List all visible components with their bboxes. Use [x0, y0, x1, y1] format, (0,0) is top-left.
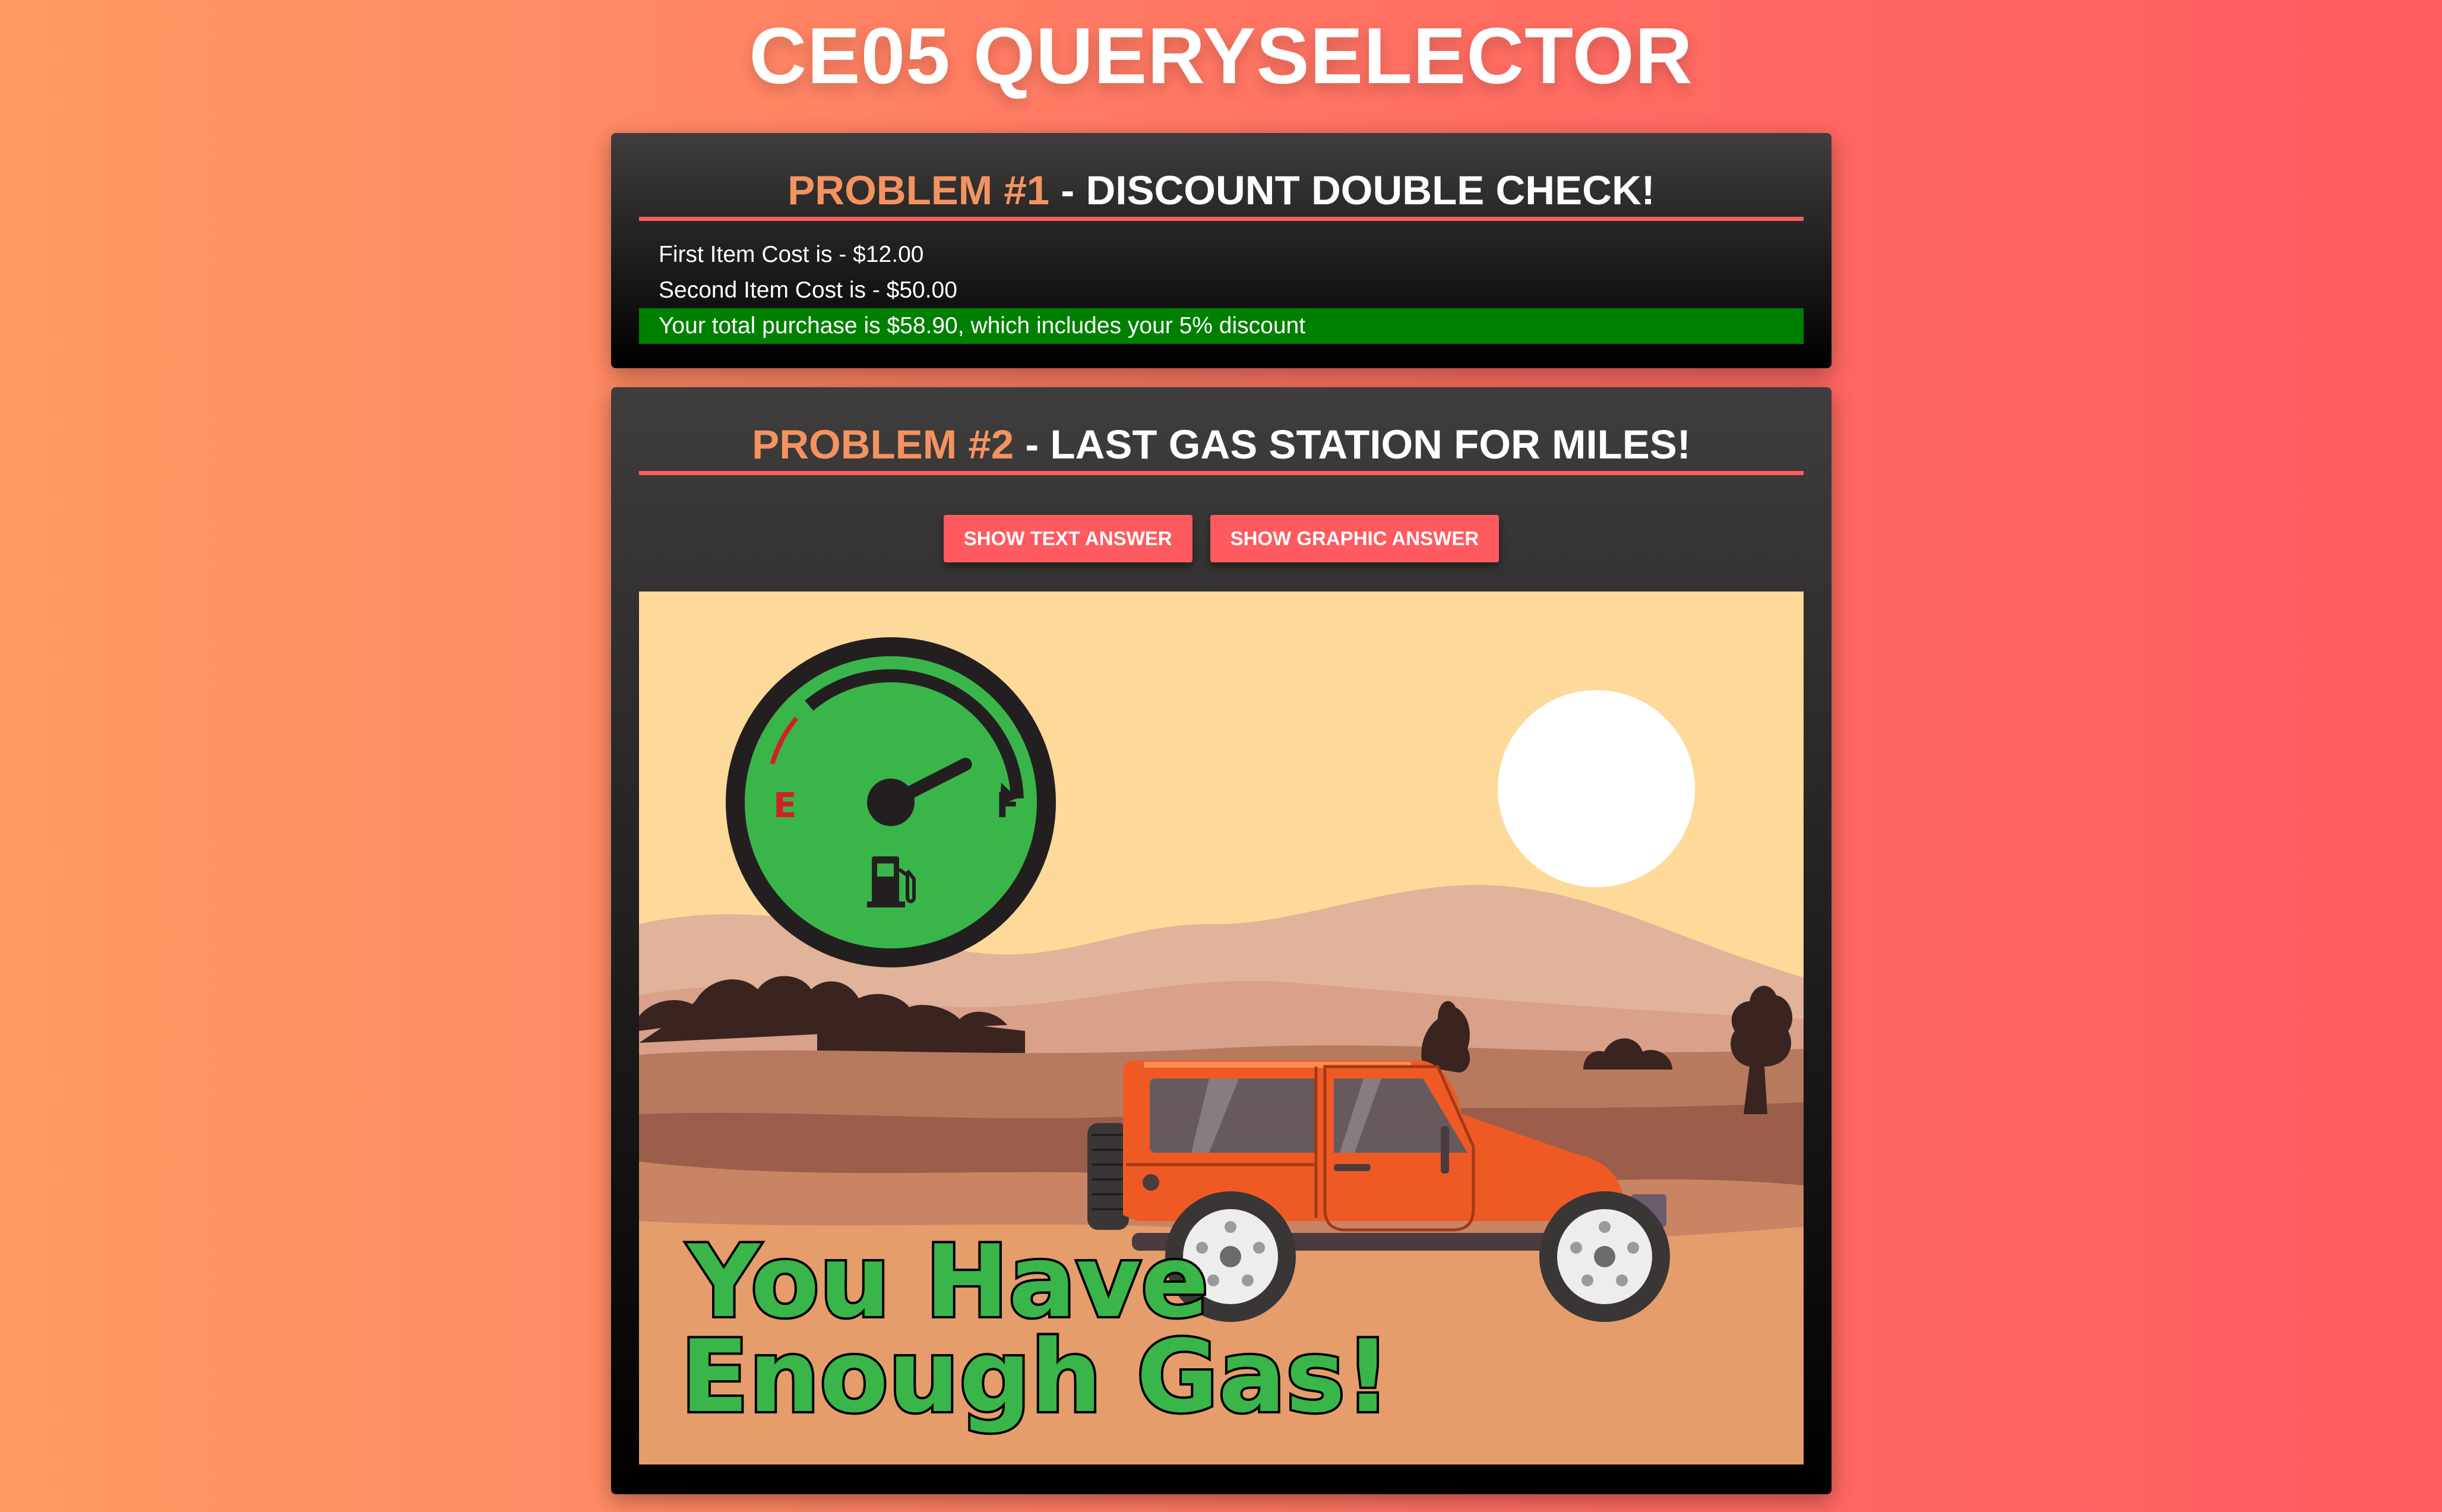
message-line-2: Enough Gas!	[681, 1318, 1391, 1435]
problem-2-number: PROBLEM #2	[752, 422, 1014, 467]
total-purchase-result: Your total purchase is $58.90, which inc…	[639, 308, 1804, 344]
show-graphic-answer-button[interactable]: SHOW GRAPHIC ANSWER	[1210, 515, 1500, 562]
sun	[1498, 690, 1695, 887]
gauge-empty-label: E	[773, 785, 797, 825]
answer-buttons: SHOW TEXT ANSWER SHOW GRAPHIC ANSWER	[611, 515, 1832, 562]
fuel-gauge-icon: E F	[726, 637, 1056, 967]
problem-1-number: PROBLEM #1	[787, 167, 1050, 213]
gauge-full-label: F	[996, 785, 1020, 825]
jeep-front-wheel	[1539, 1191, 1670, 1322]
graphic-answer-image: E F You Have Enough Gas!	[639, 591, 1804, 1464]
page-title: CE05 QUERYSELECTOR	[749, 12, 1693, 100]
problem-2-heading: PROBLEM #2 - LAST GAS STATION FOR MILES!	[639, 387, 1804, 475]
problem-1-output: First Item Cost is - $12.00 Second Item …	[639, 237, 1804, 344]
problem-2-title: - LAST GAS STATION FOR MILES!	[1014, 422, 1691, 467]
second-item-cost: Second Item Cost is - $50.00	[659, 277, 957, 303]
problem-2-card: PROBLEM #2 - LAST GAS STATION FOR MILES!…	[611, 387, 1832, 1494]
problem-1-card: PROBLEM #1 - DISCOUNT DOUBLE CHECK! Firs…	[611, 133, 1832, 368]
show-text-answer-button[interactable]: SHOW TEXT ANSWER	[943, 515, 1192, 562]
first-item-cost: First Item Cost is - $12.00	[659, 242, 924, 267]
problem-1-heading: PROBLEM #1 - DISCOUNT DOUBLE CHECK!	[639, 133, 1804, 221]
gauge-hub	[867, 779, 915, 826]
problem-1-title: - DISCOUNT DOUBLE CHECK!	[1049, 167, 1655, 213]
